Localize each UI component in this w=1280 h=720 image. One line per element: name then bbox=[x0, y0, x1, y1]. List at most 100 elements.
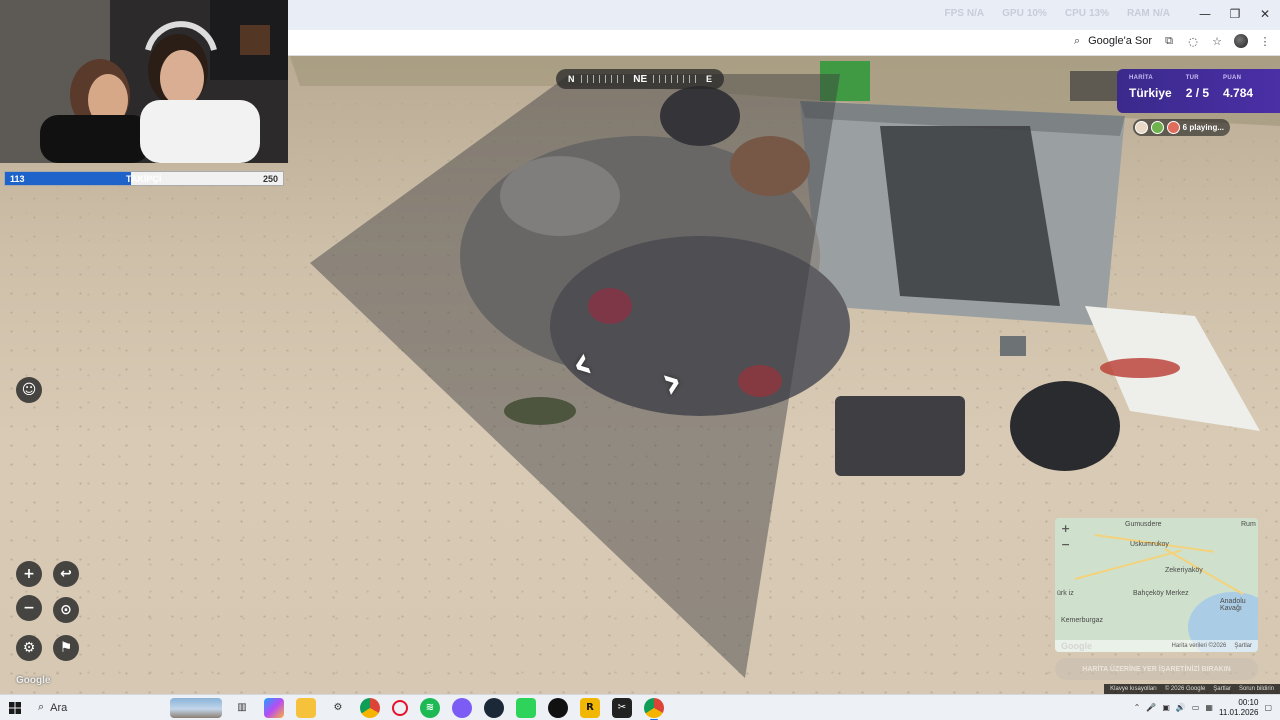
profile-avatar[interactable] bbox=[1234, 34, 1248, 48]
chrome-icon[interactable] bbox=[360, 697, 380, 718]
round-block: TUR 2 / 5 bbox=[1186, 75, 1209, 107]
map-value: Türkiye bbox=[1129, 86, 1172, 100]
return-to-start-icon[interactable]: ⊙ bbox=[53, 597, 79, 623]
rockstar-icon[interactable]: R bbox=[580, 697, 600, 718]
player-avatar bbox=[1150, 121, 1164, 134]
score-panel: HARİTA Türkiye TUR 2 / 5 PUAN 4.784 bbox=[1117, 69, 1280, 113]
zoom-in-button[interactable]: + bbox=[16, 561, 42, 587]
map-label: HARİTA bbox=[1129, 75, 1154, 81]
minimize-icon[interactable]: — bbox=[1190, 0, 1220, 28]
points-block: PUAN 4.784 bbox=[1223, 75, 1253, 107]
steam-icon[interactable] bbox=[484, 697, 504, 718]
webcam-feed bbox=[0, 0, 288, 163]
minimap-place: Zekeriyaköy bbox=[1165, 567, 1203, 574]
tray-overflow-icon[interactable]: ⌃ bbox=[1134, 703, 1141, 712]
close-icon[interactable]: ✕ bbox=[1250, 0, 1280, 28]
minimap-place: Uskumrukoy bbox=[1130, 541, 1169, 548]
weather-widget[interactable] bbox=[170, 697, 222, 718]
fps-readout: FPS N/A bbox=[944, 8, 985, 19]
points-value: 4.784 bbox=[1223, 86, 1254, 100]
minimap-road bbox=[1074, 549, 1182, 580]
compass-ticks bbox=[580, 75, 628, 83]
network-icon[interactable]: ▣ bbox=[1162, 703, 1170, 712]
display-icon[interactable]: ▭ bbox=[1192, 703, 1200, 712]
microphone-icon[interactable]: 🎤 bbox=[1146, 703, 1156, 712]
gpu-readout: GPU 10% bbox=[1002, 8, 1047, 19]
capcut-icon[interactable]: ✂ bbox=[612, 697, 632, 718]
google-logo: Google bbox=[16, 675, 51, 686]
system-tray: ⌃ 🎤 ▣ 🔊 ▭ ▦ 00:10 11.01.2026 ▢ bbox=[1134, 698, 1280, 718]
minimap-place: ürk iz bbox=[1057, 590, 1074, 597]
round-value: 2 / 5 bbox=[1185, 86, 1210, 100]
notification-icon[interactable]: ▢ bbox=[1264, 703, 1272, 712]
points-label: PUAN bbox=[1223, 75, 1242, 81]
follower-target: 250 bbox=[262, 174, 278, 184]
minimap-zoom-out[interactable]: − bbox=[1061, 538, 1070, 551]
eye-off-icon[interactable]: ◌ bbox=[1186, 34, 1200, 48]
minimap-attribution: Harita verileri ©2026 bbox=[1171, 643, 1227, 649]
clock[interactable]: 00:10 11.01.2026 bbox=[1219, 698, 1258, 718]
ask-google-label: Google'a Sor bbox=[1088, 35, 1152, 47]
players-online-pill[interactable]: 6 playing... bbox=[1132, 119, 1230, 136]
follower-label: TAKİPÇİ bbox=[126, 174, 162, 184]
compass-left: N bbox=[568, 74, 575, 84]
minimap-place: Kemerburgaz bbox=[1061, 617, 1104, 624]
restore-icon[interactable]: ❐ bbox=[1220, 0, 1250, 28]
guess-minimap[interactable]: + − Gumusdere Rum Uskumrukoy Zekeriyaköy… bbox=[1055, 518, 1258, 652]
zoom-out-button[interactable]: − bbox=[16, 595, 42, 621]
keyboard-shortcuts-link[interactable]: Klavye kısayolları bbox=[1110, 686, 1157, 692]
follower-current: 113 bbox=[10, 174, 25, 184]
volume-icon[interactable]: 🔊 bbox=[1176, 703, 1186, 712]
settings-gear-icon[interactable]: ⚙ bbox=[16, 635, 42, 661]
windows-taskbar: ⌕ Ara ▥ ⚙ ≋ R ✂ ⌃ 🎤 ▣ 🔊 ▭ ▦ 00:10 11.01.… bbox=[0, 694, 1280, 720]
bookmark-star-icon[interactable]: ☆ bbox=[1210, 34, 1224, 48]
media-app-icon[interactable] bbox=[548, 697, 568, 718]
task-view-icon[interactable]: ▥ bbox=[232, 698, 252, 718]
chrome-active-icon[interactable] bbox=[644, 697, 664, 720]
player-avatar bbox=[1166, 121, 1180, 134]
settings-icon[interactable]: ⚙ bbox=[328, 698, 348, 718]
minimap-zoom-in[interactable]: + bbox=[1061, 522, 1070, 535]
start-button[interactable] bbox=[0, 701, 30, 714]
webcam-overlay bbox=[0, 0, 288, 163]
opera-icon[interactable] bbox=[392, 699, 408, 716]
compass-ticks bbox=[653, 75, 700, 83]
omnibar-actions: ⌕ Google'a Sor ⧉ ◌ ☆ ⋮ bbox=[1070, 34, 1272, 48]
ask-google-button[interactable]: ⌕ Google'a Sor bbox=[1070, 34, 1152, 48]
taskbar-search[interactable]: ⌕ Ara bbox=[30, 701, 160, 714]
compass-right: E bbox=[706, 74, 713, 84]
messenger-icon[interactable] bbox=[452, 697, 472, 718]
copilot-icon[interactable] bbox=[264, 697, 284, 718]
clock-date: 11.01.2026 bbox=[1218, 707, 1259, 717]
place-marker-button[interactable]: HARİTA ÜZERİNE YER İŞARETİNİZİ BIRAKIN bbox=[1055, 658, 1258, 680]
flag-icon[interactable]: ⚑ bbox=[53, 635, 79, 661]
google-footer: Klavye kısayolları © 2026 Google Şartlar… bbox=[1104, 684, 1280, 694]
player-avatar bbox=[1134, 121, 1148, 134]
lens-icon: ⌕ bbox=[1074, 34, 1081, 47]
map-block: HARİTA Türkiye bbox=[1129, 75, 1172, 107]
spotify-icon[interactable]: ≋ bbox=[420, 697, 440, 718]
ram-readout: RAM N/A bbox=[1126, 8, 1170, 19]
game-launcher-icon[interactable] bbox=[516, 697, 536, 718]
cast-icon[interactable]: ⧉ bbox=[1162, 34, 1176, 48]
minimap-place: Rum bbox=[1241, 521, 1256, 528]
taskbar-apps: ▥ ⚙ ≋ R ✂ bbox=[232, 697, 664, 720]
minimap-place: Anadolu Kavağı bbox=[1220, 598, 1246, 612]
follower-goal-bar: 113 TAKİPÇİ 250 bbox=[4, 171, 284, 186]
compass-reset-icon[interactable]: ☺ bbox=[16, 377, 42, 403]
minimap-terms-link[interactable]: Şartlar bbox=[1234, 643, 1252, 649]
file-explorer-icon[interactable] bbox=[296, 697, 316, 718]
report-problem-link[interactable]: Sorun bildirin bbox=[1239, 686, 1274, 692]
language-icon[interactable]: ▦ bbox=[1205, 703, 1213, 712]
search-label: Ara bbox=[50, 701, 68, 714]
undo-move-icon[interactable]: ↩ bbox=[53, 561, 79, 587]
more-menu-icon[interactable]: ⋮ bbox=[1258, 34, 1272, 48]
clock-time: 00:10 bbox=[1238, 697, 1259, 707]
minimap-footer: Harita verileri ©2026 Şartlar bbox=[1055, 640, 1258, 652]
search-icon: ⌕ bbox=[38, 701, 45, 713]
compass-bar: N NE E bbox=[556, 69, 724, 89]
perf-overlay: FPS N/A GPU 10% CPU 13% RAM N/A bbox=[944, 8, 1170, 19]
minimap-place: Gumusdere bbox=[1125, 521, 1162, 528]
terms-link[interactable]: Şartlar bbox=[1213, 686, 1231, 692]
cpu-readout: CPU 13% bbox=[1064, 8, 1109, 19]
